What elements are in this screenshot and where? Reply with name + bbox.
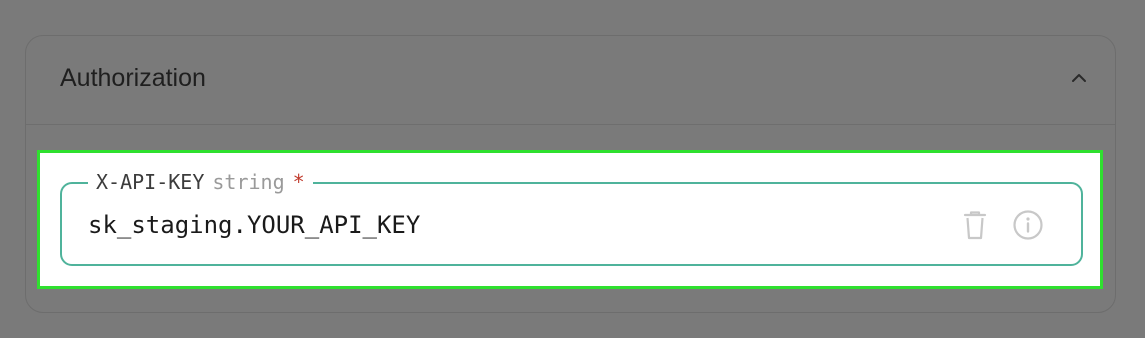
api-key-field: X-API-KEY string * xyxy=(60,169,1083,266)
chevron-up-icon xyxy=(1072,74,1086,82)
info-button[interactable] xyxy=(1011,208,1045,242)
panel-header[interactable]: Authorization xyxy=(26,36,1115,125)
collapse-button[interactable] xyxy=(1067,66,1091,90)
panel-title: Authorization xyxy=(60,64,206,92)
trash-icon xyxy=(963,211,987,240)
highlighted-field-container: X-API-KEY string * xyxy=(37,150,1103,289)
field-name-label: X-API-KEY xyxy=(96,170,205,194)
delete-value-button[interactable] xyxy=(958,208,992,242)
info-icon xyxy=(1013,210,1043,240)
api-key-input[interactable] xyxy=(88,205,948,245)
field-legend: X-API-KEY string * xyxy=(88,169,313,195)
field-type-label: string xyxy=(212,170,285,194)
required-marker: * xyxy=(292,170,305,194)
